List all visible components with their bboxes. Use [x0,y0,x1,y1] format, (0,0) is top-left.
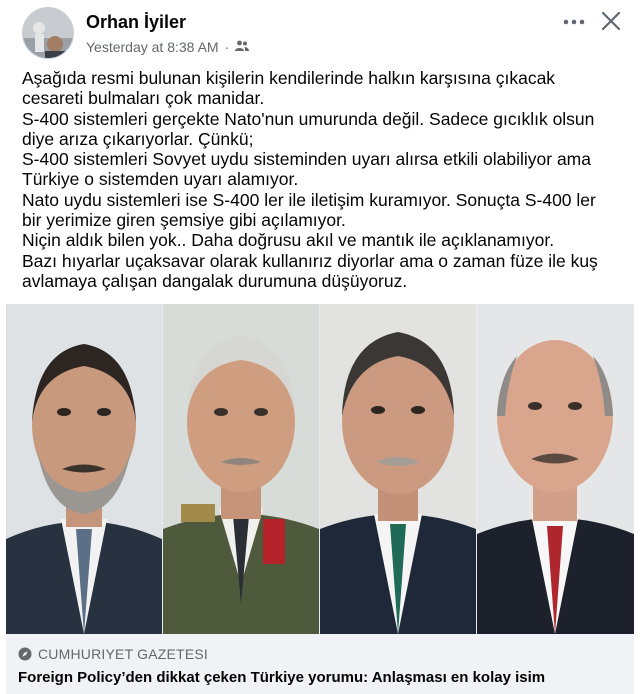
close-icon [602,12,620,30]
more-horizontal-icon [563,19,585,25]
post-text-line: Bazı hıyarlar uçaksavar olarak kullanırı… [22,250,598,271]
post-text-line: avlamaya çalışan dangalak durumuna düşüy… [22,270,408,291]
avatar-image [23,8,73,58]
photo-portrait-2 [163,304,319,634]
author-name[interactable]: Orhan İyiler [86,12,186,33]
author-avatar[interactable] [22,7,74,59]
post-text-line: S-400 sistemleri gerçekte Nato'nun umuru… [22,108,595,129]
link-headline[interactable]: Foreign Policy’den dikkat çeken Türkiye … [18,669,545,686]
post-text-line: diye arıza çıkarıyorlar. Çünkü; [22,128,254,149]
post-meta: Yesterday at 8:38 AM · [86,39,250,55]
more-options-button[interactable] [556,8,592,36]
friends-icon[interactable] [235,39,250,55]
post-body-text: Aşağıda resmi bulunan kişilerin kendiler… [22,68,622,291]
post-text-line: bir yerimize giren şemsiye gibi açılamıy… [22,210,346,231]
post-text-line: S-400 sistemleri Sovyet uydu sisteminden… [22,149,591,170]
post-timestamp[interactable]: Yesterday at 8:38 AM [86,39,219,55]
post-text-line: Nato uydu sistemleri ise S-400 ler ile i… [22,189,596,210]
photo-portrait-1 [6,304,162,634]
compass-icon [18,647,32,661]
photo-portrait-3 [320,304,476,634]
meta-separator: · [224,39,230,55]
post-text-line: Niçin aldık bilen yok.. Daha doğrusu akı… [22,230,555,251]
link-source-label: CUMHURIYET GAZETESI [38,646,209,662]
post-text-line: Türkiye o sistemden uyarı alamıyor. [22,169,299,190]
link-source: CUMHURIYET GAZETESI [18,646,208,662]
photo-portrait-4 [477,304,634,634]
post-text-line: cesareti bulmaları çok manidar. [22,88,265,109]
shared-photo[interactable] [6,304,634,634]
close-post-button[interactable] [594,4,628,38]
link-preview-card[interactable]: CUMHURIYET GAZETESI Foreign Policy’den d… [6,634,634,694]
post-header: Orhan İyiler Yesterday at 8:38 AM · [0,0,640,66]
post-text-line: Aşağıda resmi bulunan kişilerin kendiler… [22,68,556,88]
